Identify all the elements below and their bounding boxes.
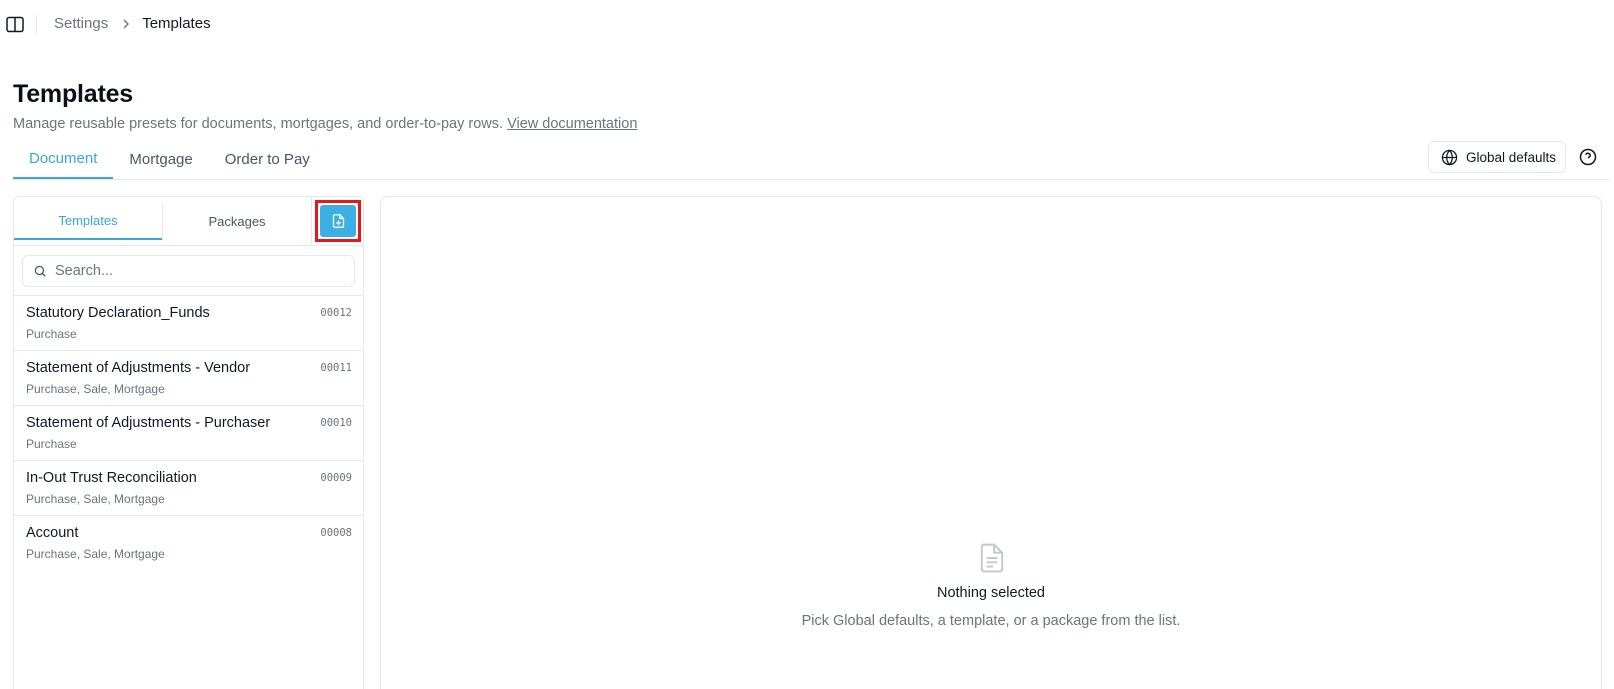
list-item[interactable]: Statutory Declaration_Funds Purchase 000… <box>14 296 363 351</box>
view-documentation-link[interactable]: View documentation <box>507 116 637 132</box>
list-item[interactable]: Account Purchase, Sale, Mortgage 00008 <box>14 516 363 571</box>
subtab-divider <box>311 197 312 246</box>
file-text-icon <box>980 543 1004 573</box>
new-template-button[interactable] <box>320 205 356 237</box>
search-box <box>22 255 355 287</box>
breadcrumb: Settings Templates <box>54 15 211 32</box>
list-item[interactable]: Statement of Adjustments - Purchaser Pur… <box>14 406 363 461</box>
tab-order-to-pay[interactable]: Order to Pay <box>209 140 326 179</box>
search-input[interactable] <box>55 263 335 279</box>
template-list-panel: Templates Packages Statutory Declaration… <box>13 196 364 689</box>
page-subtitle: Manage reusable presets for documents, m… <box>13 116 637 132</box>
template-tags: Purchase, Sale, Mortgage <box>26 382 165 396</box>
file-plus-icon <box>332 214 344 228</box>
template-tags: Purchase <box>26 327 77 341</box>
sub-tabs: Templates Packages <box>14 197 363 246</box>
template-name: Statutory Declaration_Funds <box>26 305 210 321</box>
subtab-packages[interactable]: Packages <box>163 203 311 240</box>
page-subtitle-text: Manage reusable presets for documents, m… <box>13 116 504 132</box>
template-code: 00009 <box>320 472 352 484</box>
page-title: Templates <box>13 80 134 108</box>
tab-document[interactable]: Document <box>13 140 114 179</box>
template-name: Statement of Adjustments - Vendor <box>26 360 251 376</box>
template-code: 00011 <box>320 362 352 374</box>
help-circle-icon[interactable] <box>1579 148 1597 166</box>
list-item[interactable]: In-Out Trust Reconciliation Purchase, Sa… <box>14 461 363 516</box>
breadcrumb-current: Templates <box>142 15 211 32</box>
list-item[interactable]: Statement of Adjustments - Vendor Purcha… <box>14 351 363 406</box>
topbar-divider <box>36 15 37 34</box>
template-tags: Purchase <box>26 437 77 451</box>
template-list: Statutory Declaration_Funds Purchase 000… <box>14 296 363 571</box>
template-name: In-Out Trust Reconciliation <box>26 470 197 486</box>
empty-state-title: Nothing selected <box>936 585 1045 601</box>
subtab-templates[interactable]: Templates <box>14 203 162 240</box>
main-tabs: Document Mortgage Order to Pay <box>13 140 326 180</box>
template-tags: Purchase, Sale, Mortgage <box>26 547 165 561</box>
search-icon <box>34 265 46 277</box>
chevron-right-icon <box>122 19 130 29</box>
globe-icon <box>1441 148 1458 166</box>
template-code: 00008 <box>320 527 352 539</box>
template-name: Statement of Adjustments - Purchaser <box>26 415 271 431</box>
top-bar: Settings Templates <box>0 0 1614 50</box>
empty-state-description: Pick Global defaults, a template, or a p… <box>801 613 1181 629</box>
highlight-frame <box>315 200 361 242</box>
template-code: 00012 <box>320 307 352 319</box>
global-defaults-button[interactable]: Global defaults <box>1428 141 1566 173</box>
template-tags: Purchase, Sale, Mortgage <box>26 492 165 506</box>
global-defaults-label: Global defaults <box>1466 149 1557 165</box>
tabs-divider <box>13 179 1609 180</box>
sidebar-toggle-icon[interactable] <box>6 16 24 33</box>
detail-panel: Nothing selected Pick Global defaults, a… <box>380 196 1602 689</box>
breadcrumb-settings[interactable]: Settings <box>54 15 108 32</box>
template-code: 00010 <box>320 417 352 429</box>
tab-mortgage[interactable]: Mortgage <box>113 140 208 179</box>
template-name: Account <box>26 525 79 541</box>
